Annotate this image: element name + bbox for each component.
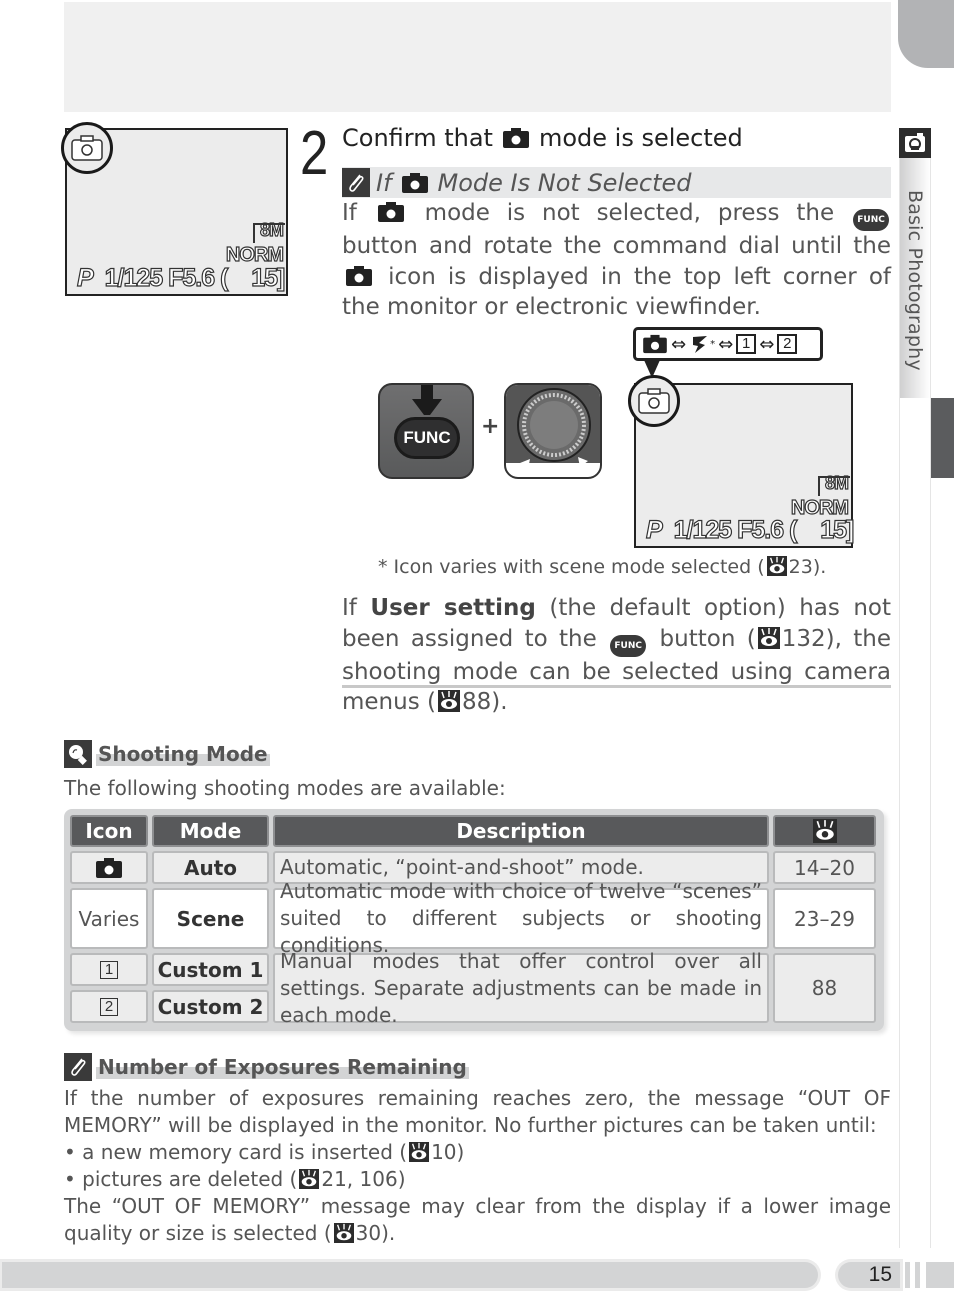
aperture: F5.6 — [168, 263, 216, 292]
exposures-remaining: 15] — [251, 263, 286, 292]
func-button-icon: FUNC — [853, 209, 890, 231]
exposures-paragraph-1: If the number of exposures remaining rea… — [64, 1086, 891, 1137]
tip-paragraph-1: If mode is not selected, press the FUNC … — [342, 200, 891, 320]
camera-outline-icon — [638, 388, 670, 414]
table-row-scene-mode: Scene — [152, 888, 269, 949]
camera-icon — [346, 265, 372, 286]
image-size: 8M — [817, 472, 851, 496]
side-thumb-marker — [931, 398, 954, 478]
step-title: Confirm that mode is selected — [342, 124, 743, 152]
monitor-status-row: P 1/125 F5.6 ( 15] — [76, 263, 286, 293]
custom2-icon: 2 — [777, 334, 798, 354]
table-row-custom1-icon: 1 — [70, 953, 148, 986]
camera-mode-highlight — [61, 122, 113, 174]
corner-tab — [898, 0, 954, 68]
page-number: 15 — [838, 1262, 900, 1288]
mode-cycle-callout: ⇔ * ⇔ 1 ⇔ 2 — [633, 327, 823, 361]
exposures-bullet-2: • pictures are deleted (21, 106) — [64, 1167, 406, 1191]
exposures-paragraph-2: The “OUT OF MEMORY” message may clear fr… — [64, 1194, 891, 1245]
shooting-mode-table: Icon Mode Description Auto Automatic, “p… — [64, 809, 884, 1031]
footer-stripe — [926, 1262, 954, 1288]
page-reference-icon — [757, 626, 780, 649]
camera-outline-icon — [71, 135, 103, 161]
footnote: * Icon varies with scene mode selected (… — [378, 556, 827, 578]
shutter-speed: 1/125 — [104, 263, 164, 292]
tip-divider — [342, 685, 891, 688]
tip-paragraph-2: If User setting (the default option) has… — [342, 595, 892, 715]
paperclip-icon — [64, 1053, 92, 1081]
exposures-heading: Number of Exposures Remaining — [64, 1053, 469, 1081]
scene-mode-icon — [693, 336, 708, 353]
table-row-custom-description: Manual modes that offer control over all… — [273, 949, 769, 1027]
side-tab-label[interactable]: Basic Photography — [904, 190, 926, 371]
func-label: FUNC — [394, 417, 460, 459]
shooting-mode-intro: The following shooting modes are availab… — [64, 776, 506, 800]
monitor-illustration-2: 8M NORM P 1/125 F5.6 ( 15] — [628, 375, 855, 548]
custom2-icon: 2 — [100, 997, 118, 1016]
func-button-icon: FUNC — [610, 634, 647, 657]
table-row-auto-mode: Auto — [152, 851, 269, 884]
table-row-custom2-mode: Custom 2 — [152, 990, 269, 1023]
plus-sign: + — [481, 414, 500, 439]
command-dial-illustration — [504, 383, 602, 479]
camera-icon — [401, 172, 428, 193]
monitor-status-row: P 1/125 F5.6 ( 15] — [645, 515, 855, 544]
table-row-scene-description: Automatic mode with choice of twelve “sc… — [273, 879, 769, 957]
footer-bar — [2, 1262, 818, 1288]
page-reference-icon — [299, 1169, 320, 1189]
camera-mode-highlight — [628, 375, 680, 427]
footer-stripe — [905, 1262, 910, 1288]
page-reference-icon — [409, 1142, 430, 1162]
side-tab-camera-icon — [899, 128, 931, 158]
step-number: 2 — [300, 119, 329, 188]
table-row-custom-pages: 88 — [773, 953, 876, 1023]
table-row-auto-icon — [70, 851, 148, 884]
cycle-arrow: ⇔ — [718, 333, 734, 355]
func-button-illustration: FUNC — [378, 383, 474, 479]
header-band — [64, 2, 891, 112]
table-row-custom1-mode: Custom 1 — [152, 953, 269, 986]
camera-icon — [643, 334, 667, 354]
lightbulb-tip-icon — [64, 740, 92, 768]
table-header-page — [773, 815, 876, 847]
monitor-illustration: 8M NORM P 1/125 F5.6 ( 15] — [61, 122, 288, 296]
table-row-scene-icon: Varies — [70, 888, 148, 949]
exposures-bullet-1: • a new memory card is inserted (10) — [64, 1140, 465, 1164]
camera-icon — [96, 857, 122, 878]
page-reference-icon — [437, 690, 460, 712]
custom1-icon: 1 — [736, 334, 757, 354]
table-row-scene-pages: 23–29 — [773, 888, 876, 949]
table-header-mode: Mode — [152, 815, 269, 847]
table-header-icon: Icon — [70, 815, 148, 847]
table-row-auto-pages: 14–20 — [773, 851, 876, 884]
camera-icon — [502, 128, 529, 148]
page-reference-icon — [766, 556, 787, 576]
cycle-arrow: ⇔ — [759, 333, 775, 355]
page-reference-icon — [333, 1223, 354, 1243]
page-reference-icon — [812, 819, 837, 843]
press-arrow-icon — [412, 385, 442, 415]
table-header-description: Description — [273, 815, 769, 847]
cycle-arrow: ⇔ — [671, 333, 687, 355]
table-row-custom2-icon: 2 — [70, 990, 148, 1023]
image-size: 8M — [252, 219, 286, 243]
camera-icon — [377, 202, 404, 222]
custom1-icon: 1 — [100, 960, 118, 979]
paperclip-icon — [342, 168, 370, 197]
bracket: ( — [219, 263, 229, 292]
tip-heading: If Mode Is Not Selected — [342, 167, 891, 198]
exposure-mode: P — [76, 263, 94, 292]
shooting-mode-heading: Shooting Mode — [64, 740, 270, 768]
footer-stripe — [915, 1262, 920, 1288]
